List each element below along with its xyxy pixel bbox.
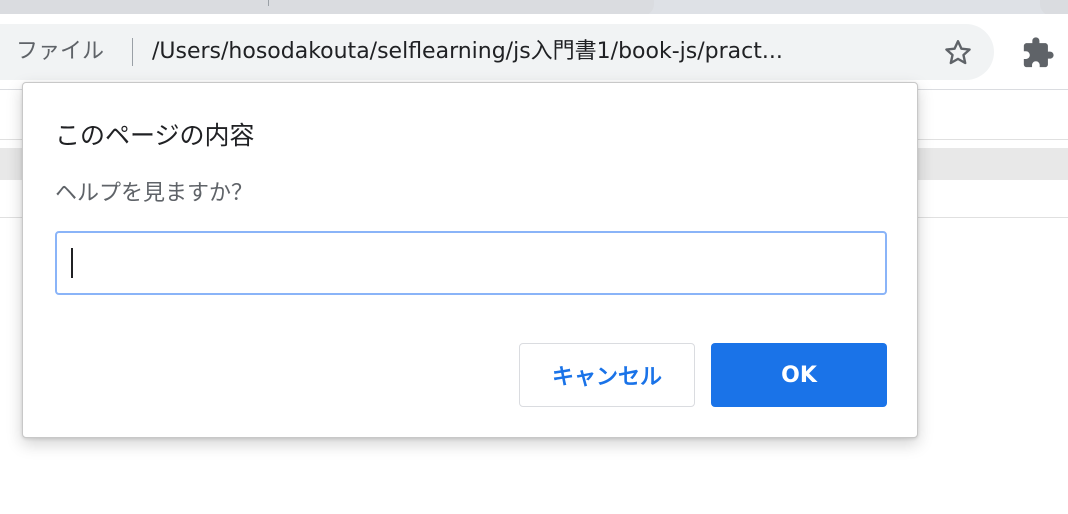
address-divider xyxy=(132,38,133,66)
tab-divider xyxy=(268,0,269,6)
site-info-label[interactable]: ファイル xyxy=(16,36,104,68)
url-text[interactable]: /Users/hosodakouta/selflearning/js入門書1/b… xyxy=(152,36,918,68)
puzzle-icon[interactable] xyxy=(1020,36,1056,70)
ok-button[interactable]: OK xyxy=(711,343,887,407)
prompt-input[interactable] xyxy=(55,231,887,295)
dialog-message: ヘルプを見ますか？ xyxy=(55,181,254,206)
cancel-button[interactable]: キャンセル xyxy=(519,343,695,407)
star-icon[interactable] xyxy=(942,37,974,69)
dialog-title: このページの内容 xyxy=(55,121,255,150)
prompt-dialog: このページの内容 ヘルプを見ますか？ キャンセル OK xyxy=(22,82,918,438)
text-caret xyxy=(71,248,73,278)
browser-window: ファイル /Users/hosodakouta/selflearning/js入… xyxy=(0,0,1068,514)
